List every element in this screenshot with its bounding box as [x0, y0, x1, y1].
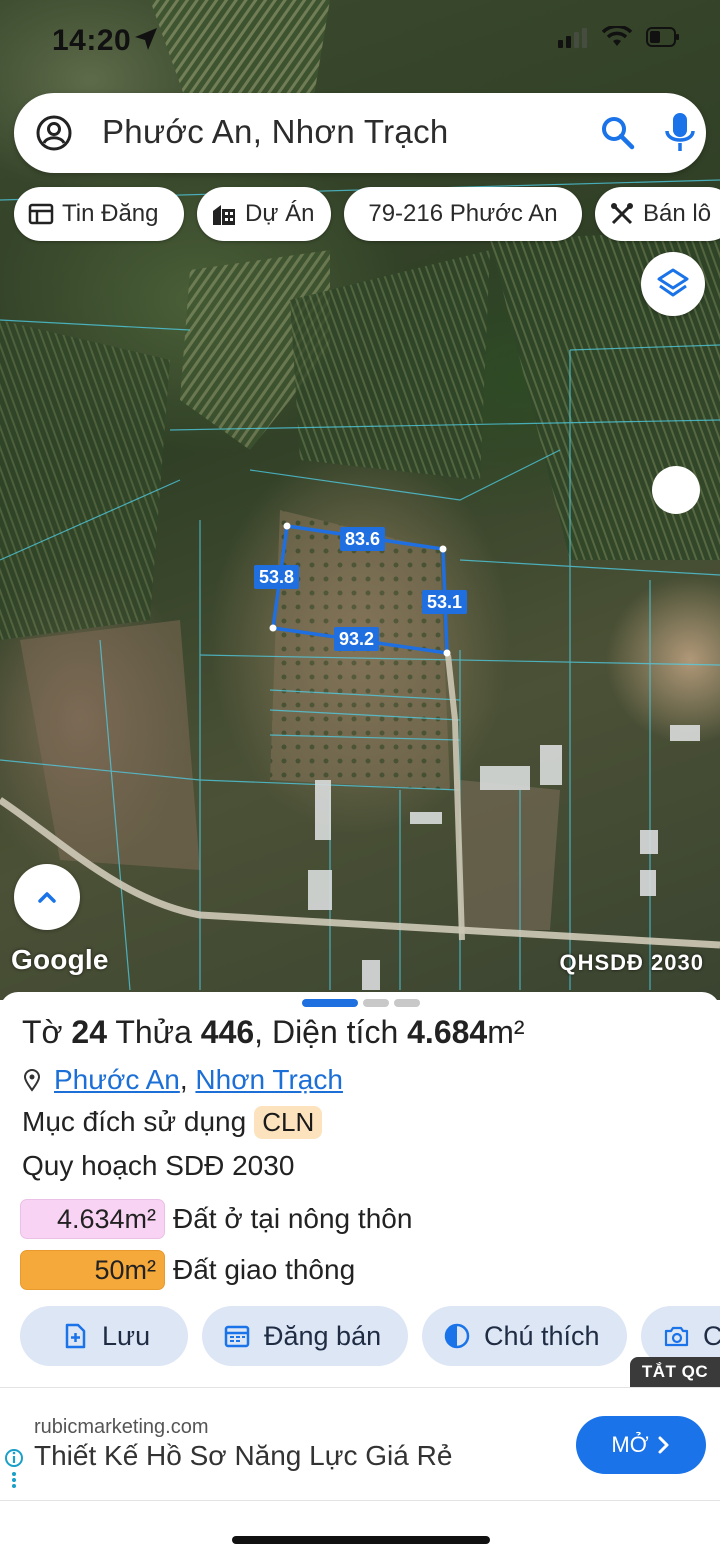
- wifi-icon: [602, 26, 632, 46]
- ward-link[interactable]: Phước An: [54, 1064, 180, 1096]
- land-use-code-badge: CLN: [254, 1106, 323, 1139]
- page-dot-active: [302, 999, 358, 1007]
- status-bar: 14:20: [0, 0, 720, 80]
- sheet-number: 24: [71, 1014, 108, 1050]
- tools-icon: [611, 203, 633, 225]
- page-dot: [363, 999, 389, 1007]
- ad-banner[interactable]: rubicmarketing.com Thiết Kế Hồ Sơ Năng L…: [0, 1387, 720, 1501]
- map-view[interactable]: 83.6 53.8 53.1 93.2 14:20 Phước An, Nhơn…: [0, 0, 720, 1000]
- planning-label: Quy hoạch SDĐ 2030: [22, 1150, 295, 1181]
- chip-label: 79-216 Phước An: [368, 200, 558, 227]
- zone-row: 4.634m² Đất ở tại nông thôn: [20, 1199, 412, 1239]
- ad-domain: rubicmarketing.com: [34, 1416, 209, 1438]
- save-doc-icon: [65, 1323, 86, 1349]
- listing-icon: [28, 203, 54, 225]
- mic-icon[interactable]: [662, 111, 698, 155]
- overlay-layer-label: QHSDĐ 2030: [559, 950, 704, 975]
- ad-headline[interactable]: Thiết Kế Hồ Sơ Năng Lực Giá Rẻ: [34, 1440, 452, 1472]
- expand-up-button[interactable]: [14, 864, 80, 930]
- search-icon[interactable]: [598, 113, 638, 153]
- zone-area-chip: 4.634m²: [20, 1199, 165, 1239]
- page-indicator: [302, 999, 420, 1007]
- ad-info-icon[interactable]: [4, 1448, 24, 1488]
- chip-sell-lot[interactable]: Bán lô: [595, 187, 720, 241]
- plot-number: 446: [200, 1014, 255, 1050]
- chip-label: Dự Án: [245, 200, 315, 227]
- location-arrow-icon: [135, 28, 157, 50]
- chip-address[interactable]: 79-216 Phước An: [344, 187, 582, 241]
- google-logo: Google: [11, 944, 109, 975]
- chip-label: Bán lô: [643, 200, 712, 227]
- half-circle-icon: [444, 1323, 470, 1349]
- chip-label: Tin Đăng: [62, 200, 159, 227]
- district-link[interactable]: Nhơn Trạch: [195, 1064, 343, 1096]
- save-button[interactable]: Lưu: [20, 1306, 188, 1366]
- chevron-right-icon: [658, 1436, 669, 1454]
- location-button[interactable]: [652, 466, 700, 514]
- home-indicator[interactable]: [232, 1536, 490, 1544]
- chevron-up-icon: [38, 892, 56, 903]
- calendar-icon: [224, 1325, 250, 1348]
- parcel-location: Phước An, Nhơn Trạch: [22, 1064, 343, 1096]
- layers-icon: [657, 268, 689, 297]
- legend-button[interactable]: Chú thích: [422, 1306, 627, 1366]
- zone-area-chip: 50m²: [20, 1250, 165, 1290]
- search-query[interactable]: Phước An, Nhơn Trạch: [102, 113, 449, 151]
- cellular-signal-icon: [558, 28, 587, 48]
- close-ad-button[interactable]: TẮT QC: [630, 1357, 720, 1387]
- chip-listings[interactable]: Tin Đăng: [14, 187, 184, 241]
- measure-left: 53.8: [254, 565, 300, 589]
- zone-name: Đất giao thông: [173, 1254, 356, 1285]
- account-icon[interactable]: [36, 115, 72, 151]
- measure-right: 53.1: [422, 590, 468, 614]
- zone-name: Đất ở tại nông thôn: [173, 1203, 413, 1234]
- search-bar[interactable]: Phước An, Nhơn Trạch: [14, 93, 706, 173]
- filter-chips: Tin Đăng Dự Án 79-216 Phước An Bán lô: [0, 187, 720, 241]
- measure-top: 83.6: [340, 527, 386, 551]
- battery-icon: [646, 27, 679, 47]
- page-dot: [394, 999, 420, 1007]
- chip-projects[interactable]: Dự Án: [197, 187, 331, 241]
- land-use-purpose: Mục đích sử dụng CLN: [22, 1106, 323, 1139]
- action-buttons: Lưu Đăng bán Chú thích C: [0, 1306, 720, 1368]
- parcel-title: Tờ 24 Thửa 446, Diện tích 4.684m²: [22, 1014, 525, 1050]
- status-time: 14:20: [52, 24, 132, 57]
- post-sale-button[interactable]: Đăng bán: [202, 1306, 408, 1366]
- zone-row: 50m² Đất giao thông: [20, 1250, 355, 1290]
- building-icon: [213, 205, 235, 225]
- parcel-area: 4.684: [407, 1014, 488, 1050]
- camera-icon: [664, 1326, 689, 1347]
- ad-open-button[interactable]: MỞ: [576, 1416, 706, 1474]
- layers-button[interactable]: [641, 252, 705, 316]
- measure-bottom: 93.2: [334, 627, 380, 651]
- location-pin-icon: [23, 1069, 41, 1092]
